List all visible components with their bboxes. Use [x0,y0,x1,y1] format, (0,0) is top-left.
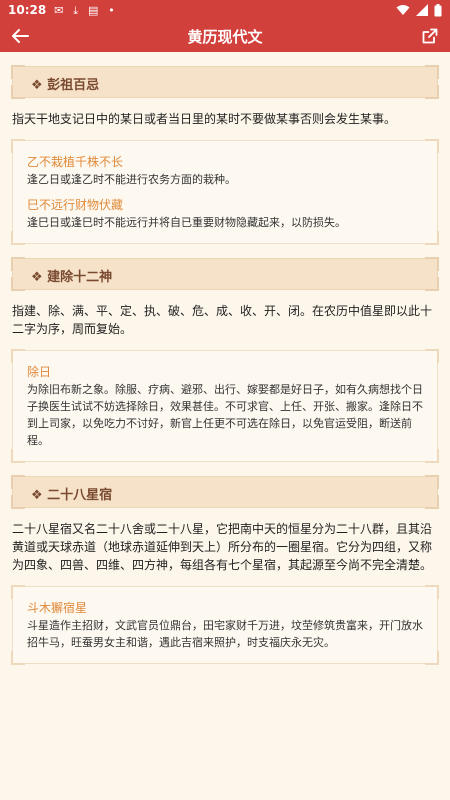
signal-icon [416,4,428,16]
status-time: 10:28 [8,3,47,17]
corner-ornament [11,85,25,99]
back-arrow-icon [12,29,29,43]
section-title: ❖ 二十八星宿 [31,488,113,503]
corner-ornament [11,585,25,599]
corner-ornament [11,475,25,489]
section-header: ❖ 二十八星宿 [11,475,439,509]
corner-ornament [425,231,439,245]
battery-icon [434,3,442,16]
item-description: 逢巳日或逢巳时不能远行并将自已重要财物隐藏起来，以防损失。 [27,216,346,229]
section-description: 指天干地支记日中的某日或者当日里的某时不要做某事否则会发生某事。 [12,112,397,126]
corner-ornament [425,85,439,99]
system-icons [396,3,442,17]
item-title: 乙不栽植千株不长 [27,155,124,169]
share-button[interactable] [418,24,442,48]
corner-ornament [425,475,439,489]
item-description: 逢乙日或逢乙时不能进行农务方面的栽种。 [27,173,236,186]
item-description: 斗星造作主招财，文武官员位鼎台，田宅家财千万进，坟茔修筑贵富来，开门放水招牛马，… [27,619,423,649]
app-bar: 黄历现代文 [0,20,450,52]
section-header: ❖ 建除十二神 [11,257,439,291]
section-title: ❖ 建除十二神 [31,270,113,285]
corner-ornament [11,349,25,363]
corner-ornament [425,65,439,79]
section-description: 二十八星宿又名二十八舍或二十八星，它把南中天的恒星分为二十八群，且其沿黄道或天球… [12,522,433,572]
status-bar: 10:28 ✉ ⤓ ▤ • [0,0,450,20]
content-area[interactable]: ❖ 彭祖百忌 指天干地支记日中的某日或者当日里的某时不要做某事否则会发生某事。 … [0,52,450,800]
dot-icon: • [108,3,115,17]
wifi-icon [396,5,410,15]
corner-ornament [11,277,25,291]
back-button[interactable] [8,24,32,48]
mail-icon: ✉ [54,3,64,17]
corner-ornament [425,349,439,363]
item-title: 巳不远行财物伏藏 [27,198,124,212]
item-title: 除日 [27,365,52,379]
item-description: 为除旧布新之象。除服、疗病、避邪、出行、嫁娶都是好日子，如有久病想找个日子换医生… [27,383,423,447]
file-icon: ▤ [87,3,99,17]
share-icon [422,28,438,44]
corner-ornament [425,139,439,153]
corner-ornament [425,449,439,463]
info-card: 乙不栽植千株不长 逢乙日或逢乙时不能进行农务方面的栽种。 巳不远行财物伏藏 逢巳… [11,139,439,245]
download-icon: ⤓ [73,3,79,17]
corner-ornament [11,65,25,79]
corner-ornament [11,257,25,271]
item-title: 斗木獬宿星 [27,601,88,615]
corner-ornament [11,651,25,665]
corner-ornament [425,277,439,291]
notification-icons: ✉ ⤓ ▤ • [54,3,120,18]
corner-ornament [425,257,439,271]
corner-ornament [11,449,25,463]
corner-ornament [425,495,439,509]
page-title: 黄历现代文 [187,27,263,46]
corner-ornament [425,585,439,599]
info-card: 斗木獬宿星 斗星造作主招财，文武官员位鼎台，田宅家财千万进，坟茔修筑贵富来，开门… [11,585,439,665]
corner-ornament [11,231,25,245]
info-card: 除日 为除旧布新之象。除服、疗病、避邪、出行、嫁娶都是好日子，如有久病想找个日子… [11,349,439,463]
corner-ornament [425,651,439,665]
corner-ornament [11,495,25,509]
section-description: 指建、除、满、平、定、执、破、危、成、收、开、闭。在农历中值星即以此十二字为序，… [12,304,433,336]
section-title: ❖ 彭祖百忌 [31,78,100,93]
section-header: ❖ 彭祖百忌 [11,65,439,99]
corner-ornament [11,139,25,153]
